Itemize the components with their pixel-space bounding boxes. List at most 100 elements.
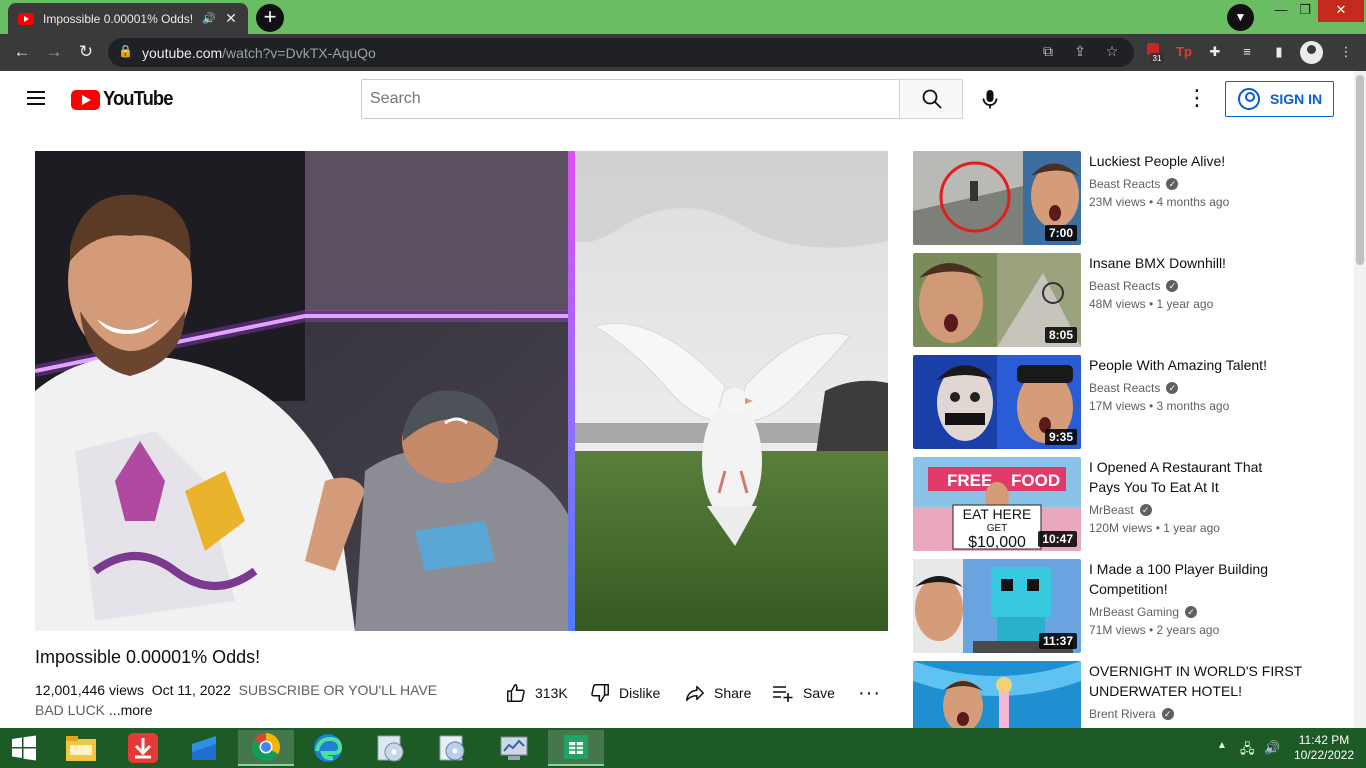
cd-program-icon[interactable] [362, 730, 418, 766]
channel-name[interactable]: MrBeast Gaming ✓ [1089, 605, 1198, 619]
recommended-video[interactable]: FREE FOOD EAT HERE GET $10,000 10:47 I O… [913, 457, 1333, 551]
channel-name[interactable]: Beast Reacts ✓ [1089, 381, 1179, 395]
microphone-icon [982, 90, 998, 109]
dislike-button[interactable]: Dislike [589, 681, 660, 705]
video-player[interactable] [35, 151, 888, 631]
youtube-logo[interactable]: YouTube [71, 88, 179, 111]
save-label: Save [803, 685, 835, 701]
recommended-video[interactable]: OVERNIGHT IN WORLD'S FIRST UNDERWATER HOT… [913, 661, 1333, 728]
share-button[interactable]: Share [684, 681, 751, 705]
video-duration: 11:37 [1038, 633, 1077, 649]
svg-text:EAT HERE: EAT HERE [963, 506, 1032, 522]
reload-icon[interactable]: ↻ [74, 40, 98, 64]
verified-check-icon: ✓ [1166, 382, 1179, 394]
svg-text:$10,000: $10,000 [968, 534, 1026, 551]
search-button[interactable] [899, 79, 963, 119]
verified-check-icon: ✓ [1166, 178, 1179, 190]
verified-check-icon: ✓ [1139, 504, 1152, 516]
url-text: youtube.com/watch?v=DvkTX-AquQo [142, 45, 376, 61]
channel-name[interactable]: Beast Reacts ✓ [1089, 279, 1179, 293]
tab-close-icon[interactable]: ✕ [224, 10, 238, 27]
calendar-extension-icon[interactable]: 31 [1145, 42, 1164, 63]
channel-name[interactable]: MrBeast ✓ [1089, 503, 1152, 517]
puzzle-extensions-icon[interactable]: ✚ [1206, 43, 1224, 61]
system-monitor-icon[interactable] [486, 730, 542, 766]
window-close-button[interactable]: ✕ [1318, 0, 1364, 22]
browser-toolbar: ← → ↻ 🔒 youtube.com/watch?v=DvkTX-AquQo … [0, 34, 1366, 71]
voice-search-button[interactable] [974, 83, 1006, 115]
hamburger-menu-icon[interactable] [27, 91, 45, 105]
disc-burner-icon[interactable] [424, 730, 480, 766]
search-input[interactable] [361, 79, 900, 119]
like-count: 313K [535, 685, 568, 701]
thumbs-up-icon [507, 684, 525, 702]
new-tab-button[interactable]: + [256, 4, 284, 32]
forward-arrow-icon[interactable]: → [42, 40, 66, 64]
video-duration: 9:35 [1044, 429, 1077, 445]
share-label: Share [714, 685, 752, 701]
open-in-app-icon[interactable]: ⧉ [1038, 43, 1058, 60]
video-stats: 120M views • 1 year ago [1089, 521, 1220, 535]
show-hidden-icons-chevron-icon[interactable]: ▲ [1217, 740, 1227, 751]
lock-icon: 🔒 [118, 44, 133, 58]
browser-tab[interactable]: Impossible 0.00001% Odds! 🔊 ✕ [8, 3, 248, 34]
downloader-app-icon[interactable] [115, 730, 171, 766]
system-clock[interactable]: 11:42 PM 10/22/2022 [1290, 733, 1358, 763]
video-duration: 8:05 [1044, 327, 1077, 343]
page-scrollbar[interactable] [1354, 71, 1366, 728]
bookmark-star-icon[interactable]: ☆ [1102, 43, 1122, 60]
tab-strip: Impossible 0.00001% Odds! 🔊 ✕ + ▼ — ❐ ✕ [0, 0, 1366, 34]
verified-check-icon: ✓ [1166, 280, 1179, 292]
recommended-title: I Opened A Restaurant That Pays You To Ea… [1089, 459, 1263, 495]
back-arrow-icon[interactable]: ← [10, 40, 34, 64]
blue-tiles-app-icon[interactable] [176, 730, 232, 766]
google-chrome-icon[interactable] [238, 730, 294, 766]
windows-start-button[interactable] [0, 730, 48, 766]
recommended-title: Luckiest People Alive! [1089, 153, 1226, 169]
tp-extension-icon[interactable]: Tp [1175, 43, 1193, 61]
windows-taskbar: ▲ 🖧 🔊 11:42 PM 10/22/2022 [0, 728, 1366, 768]
save-button[interactable]: Save [771, 681, 835, 705]
recommended-video[interactable]: 7:00 Luckiest People Alive! Beast Reacts… [913, 151, 1333, 245]
profile-avatar-icon[interactable] [1300, 41, 1323, 64]
sign-in-button[interactable]: SIGN IN [1225, 81, 1334, 117]
more-actions-icon[interactable]: ··· [858, 681, 881, 705]
video-stats: 23M views • 4 months ago [1089, 195, 1230, 209]
like-button[interactable]: 313K [505, 681, 568, 705]
volume-icon[interactable]: 🔊 [1264, 740, 1280, 756]
recommended-video[interactable]: 8:05 Insane BMX Downhill! Beast Reacts ✓ … [913, 253, 1333, 347]
video-stats: 17M views • 3 months ago [1089, 399, 1230, 413]
recommended-video[interactable]: 11:37 I Made a 100 Player Building Compet… [913, 559, 1333, 653]
recommended-video[interactable]: 9:35 People With Amazing Talent! Beast R… [913, 355, 1333, 449]
share-arrow-icon [686, 685, 704, 702]
settings-more-icon[interactable]: ⋮ [1186, 85, 1208, 113]
svg-text:FREE: FREE [947, 471, 992, 490]
video-thumbnail [913, 661, 1081, 728]
file-explorer-icon[interactable] [53, 730, 109, 766]
tab-search-button[interactable]: ▼ [1227, 4, 1254, 31]
excel-spreadsheet-icon[interactable] [548, 730, 604, 766]
youtube-wordmark: YouTube [103, 88, 173, 110]
svg-text:GET: GET [987, 523, 1008, 534]
video-title: Impossible 0.00001% Odds! [35, 647, 261, 667]
network-icon[interactable]: 🖧 [1240, 740, 1255, 762]
extension-badge: 31 [1153, 54, 1162, 63]
media-queue-icon[interactable]: ≡ [1238, 43, 1256, 61]
scrollbar-thumb[interactable] [1356, 75, 1364, 265]
channel-name[interactable]: Brent Rivera ✓ [1089, 707, 1174, 721]
add-to-playlist-icon [773, 686, 793, 702]
upload-date: Oct 11, 2022 [151, 682, 231, 698]
video-description[interactable]: 12,001,446 views Oct 11, 2022 SUBSCRIBE … [35, 680, 465, 720]
channel-name[interactable]: Beast Reacts ✓ [1089, 177, 1179, 191]
video-thumbnail: 8:05 [913, 253, 1081, 347]
speaker-icon[interactable]: 🔊 [202, 12, 216, 25]
side-panel-icon[interactable]: ▮ [1270, 43, 1288, 61]
more-link[interactable]: ...more [109, 702, 153, 718]
microsoft-edge-icon[interactable] [300, 730, 356, 766]
address-bar[interactable]: 🔒 youtube.com/watch?v=DvkTX-AquQo ⧉ ⇪ ☆ [108, 38, 1134, 67]
share-page-icon[interactable]: ⇪ [1070, 43, 1090, 60]
recommended-title: Insane BMX Downhill! [1089, 255, 1226, 271]
clock-time: 11:42 PM [1298, 733, 1350, 747]
verified-check-icon: ✓ [1185, 606, 1198, 618]
chrome-menu-icon[interactable]: ⋮ [1337, 43, 1355, 61]
